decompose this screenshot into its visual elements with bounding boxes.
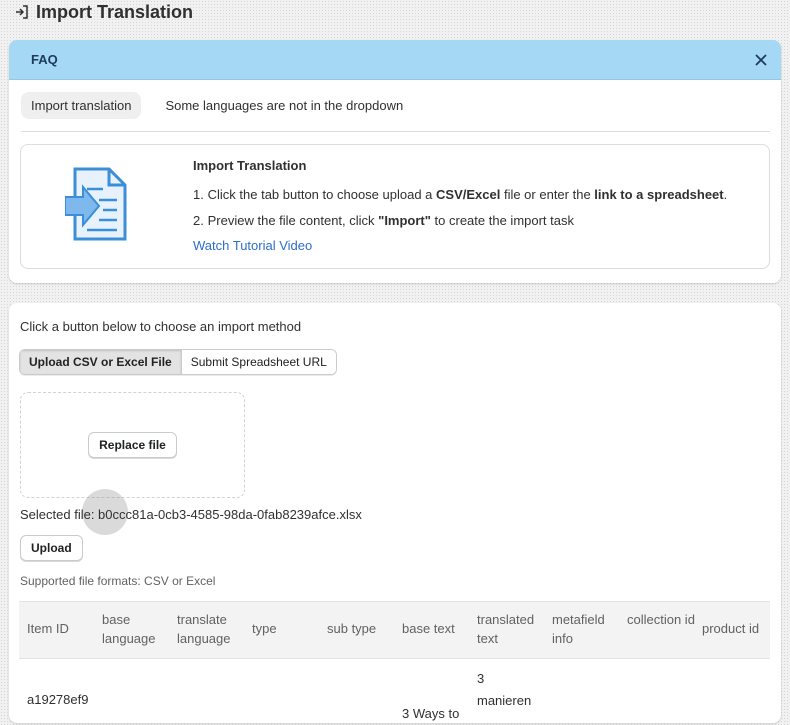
upload-csv-button[interactable]: Upload CSV or Excel File	[20, 350, 182, 374]
column-header: product id	[702, 621, 760, 636]
table-row: a19278ef9 3 Ways to 3 manieren	[19, 659, 770, 723]
file-dropzone[interactable]: Replace file	[20, 392, 245, 498]
selected-file-name: b0ccc81a-0cb3-4585-98da-0fab8239afce.xls…	[98, 507, 362, 522]
document-import-icon	[64, 167, 141, 241]
table-header: Item ID base language translate language…	[19, 601, 770, 659]
cell-base-text: 3 Ways to	[402, 706, 460, 721]
column-header: base text	[402, 621, 455, 636]
column-header: base language	[102, 612, 156, 646]
faq-tabs: Import translation Some languages are no…	[9, 80, 781, 130]
column-header: metafield info	[552, 612, 605, 646]
import-icon	[14, 4, 30, 20]
guide-box: Import Translation 1. Click the tab butt…	[20, 144, 770, 269]
tab-import-translation[interactable]: Import translation	[21, 92, 142, 119]
upload-button[interactable]: Upload	[20, 535, 83, 561]
tutorial-video-link[interactable]: Watch Tutorial Video	[193, 238, 312, 253]
guide-text: Import Translation 1. Click the tab butt…	[193, 158, 727, 253]
cell-translated-text: 3 manieren	[477, 671, 532, 708]
column-header: collection id	[627, 612, 695, 627]
column-header: translated text	[477, 612, 535, 646]
guide-step-1: 1. Click the tab button to choose upload…	[193, 187, 728, 202]
column-header: sub type	[327, 621, 377, 636]
import-card: Click a button below to choose an import…	[9, 303, 781, 723]
guide-step-2: 2. Preview the file content, click "Impo…	[193, 213, 575, 228]
replace-file-button[interactable]: Replace file	[88, 432, 177, 458]
close-icon[interactable]	[753, 52, 769, 68]
column-header: translate language	[177, 612, 231, 646]
tab-languages-not-in-dropdown[interactable]: Some languages are not in the dropdown	[155, 92, 413, 119]
submit-url-button[interactable]: Submit Spreadsheet URL	[181, 350, 336, 374]
method-label: Click a button below to choose an import…	[20, 319, 302, 334]
selected-file: Selected file: b0ccc81a-0cb3-4585-98da-0…	[20, 507, 362, 522]
faq-card: FAQ Import translation Some languages ar…	[9, 40, 781, 283]
faq-title: FAQ	[31, 52, 58, 67]
cell-item-id: a19278ef9	[27, 692, 89, 707]
guide-steps: 1. Click the tab button to choose upload…	[193, 186, 727, 238]
guide-heading: Import Translation	[193, 158, 307, 173]
page-title: Import Translation	[36, 1, 194, 22]
import-method-toggle: Upload CSV or Excel File Submit Spreadsh…	[19, 349, 337, 375]
divider	[21, 131, 770, 132]
supported-formats: Supported file formats: CSV or Excel	[20, 574, 216, 588]
faq-banner: FAQ	[9, 40, 781, 80]
column-header: type	[252, 621, 277, 636]
page-header: Import Translation	[14, 0, 193, 24]
column-header: Item ID	[27, 621, 69, 636]
